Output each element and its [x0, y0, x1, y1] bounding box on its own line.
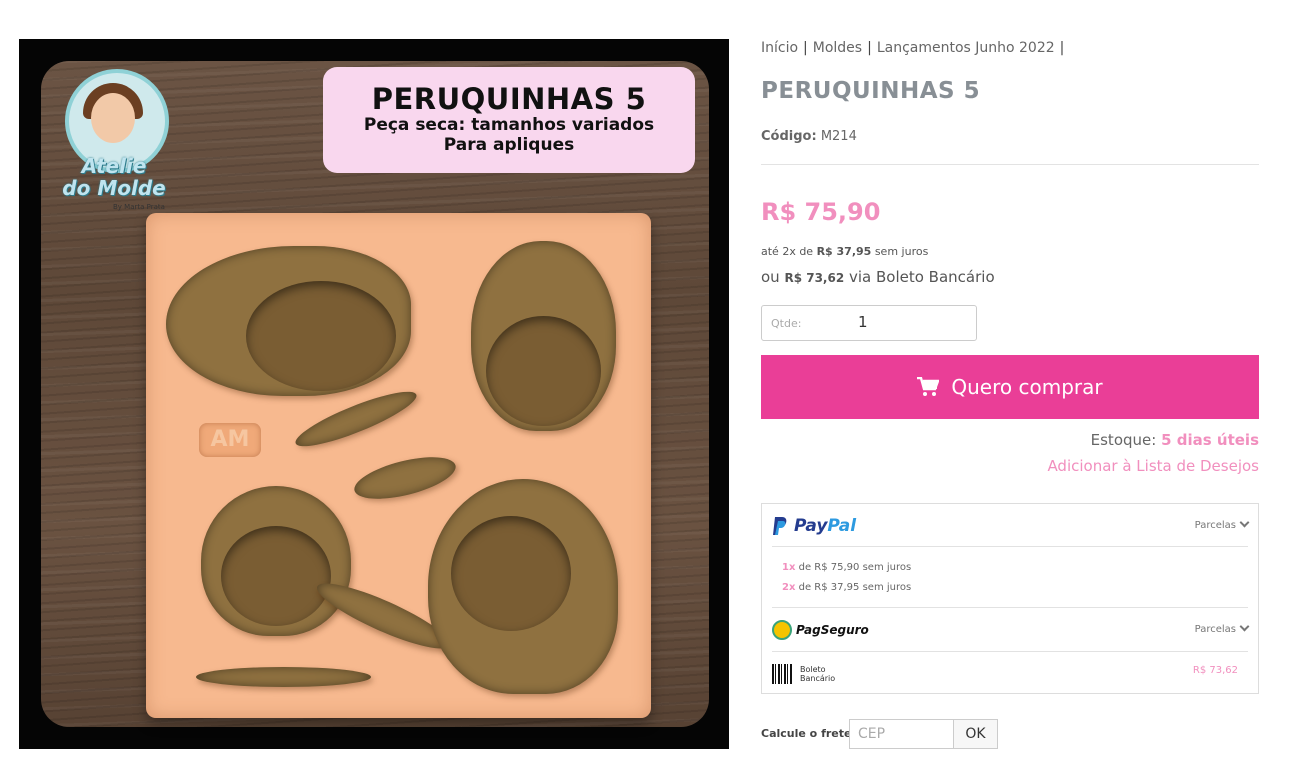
parcelas-label: Parcelas	[1194, 520, 1236, 531]
chevron-down-icon	[1239, 517, 1250, 528]
boleto-name-line-1: Boleto	[800, 665, 826, 674]
installments-info: até 2x de R$ 37,95 sem juros	[761, 245, 928, 258]
payment-divider	[772, 607, 1248, 608]
paypal-installment-2: 2x de R$ 37,95 sem juros	[782, 582, 911, 593]
product-code: Código: M214	[761, 129, 857, 144]
breadcrumb-separator: |	[1059, 40, 1065, 56]
buy-button-label: Quero comprar	[951, 375, 1103, 399]
logo-line-1: Atelie	[81, 154, 147, 178]
logo-text: Atelie do Molde	[53, 155, 175, 199]
pagseguro-logo: PagSeguro	[772, 620, 869, 640]
product-price: R$ 75,90	[761, 198, 881, 226]
leaf-piece-3	[196, 667, 371, 687]
product-code-value: M214	[820, 129, 857, 144]
wig-cavity-braid	[221, 526, 331, 626]
installments-prefix: até 2x de	[761, 245, 814, 258]
pagseguro-parcelas-toggle[interactable]: Parcelas	[1194, 621, 1250, 635]
payment-divider	[772, 651, 1248, 652]
boleto-logo: Boleto Bancário	[772, 664, 835, 684]
cart-icon	[917, 377, 940, 396]
breadcrumb: Início | Moldes | Lançamentos Junho 2022 |	[761, 40, 1069, 56]
quantity-label: Qtde:	[771, 317, 802, 330]
breadcrumb-home[interactable]: Início	[761, 40, 798, 56]
paypal-name-pal: Pal	[827, 516, 857, 536]
paypal-installment-1: 1x de R$ 75,90 sem juros	[782, 562, 911, 573]
parcelas-label: Parcelas	[1194, 624, 1236, 635]
divider	[761, 164, 1259, 165]
boleto-value: R$ 73,62	[784, 271, 845, 285]
product-image[interactable]: AM Atelie do Molde By Marta Prata PERUQU…	[19, 39, 729, 749]
installments-suffix: sem juros	[874, 245, 929, 258]
product-code-label: Código:	[761, 129, 817, 144]
breadcrumb-category[interactable]: Lançamentos Junho 2022	[877, 40, 1055, 56]
stock-label: Estoque:	[1090, 431, 1157, 449]
installment-text: de R$ 37,95 sem juros	[798, 582, 912, 593]
banner-line-1: Peça seca: tamanhos variados	[363, 115, 655, 135]
installment-count: 2x	[782, 582, 796, 593]
breadcrumb-moldes[interactable]: Moldes	[813, 40, 862, 56]
breadcrumb-separator: |	[803, 40, 808, 56]
logo-line-2: do Molde	[62, 176, 166, 200]
wig-cavity-long	[451, 516, 571, 631]
boleto-name-line-2: Bancário	[800, 674, 836, 683]
payment-divider	[772, 546, 1248, 547]
boleto-prefix: ou	[761, 268, 780, 286]
barcode-icon	[772, 664, 792, 684]
logo-face	[91, 93, 135, 143]
installments-value: R$ 37,95	[816, 245, 872, 258]
buy-button[interactable]: Quero comprar	[761, 355, 1259, 419]
paypal-parcelas-toggle[interactable]: Parcelas	[1194, 517, 1250, 531]
breadcrumb-separator: |	[867, 40, 872, 56]
payment-options: Pay Pal Parcelas 1x de R$ 75,90 sem juros…	[761, 503, 1259, 694]
paypal-icon	[773, 517, 787, 535]
pagseguro-icon	[772, 620, 792, 640]
image-banner: PERUQUINHAS 5 Peça seca: tamanhos variad…	[323, 67, 695, 173]
boleto-payment-price: R$ 73,62	[1192, 665, 1238, 676]
quantity-value[interactable]: 1	[858, 313, 868, 331]
cep-input[interactable]	[849, 719, 953, 749]
chevron-down-icon	[1239, 621, 1250, 632]
paypal-name-pay: Pay	[794, 516, 828, 536]
boleto-suffix: via Boleto Bancário	[848, 268, 995, 286]
banner-title: PERUQUINHAS 5	[371, 82, 647, 116]
stock-value: 5 dias úteis	[1161, 431, 1259, 449]
wishlist-link[interactable]: Adicionar à Lista de Desejos	[1047, 457, 1259, 475]
pagseguro-name: PagSeguro	[796, 623, 869, 637]
shipping-label: Calcule o frete	[761, 727, 852, 740]
paypal-logo: Pay Pal	[772, 516, 856, 536]
atelie-logo: Atelie do Molde By Marta Prata	[53, 69, 175, 219]
wig-cavity-top-left	[246, 281, 396, 391]
stock-info: Estoque: 5 dias úteis	[1091, 431, 1259, 449]
boleto-price-info: ou R$ 73,62 via Boleto Bancário	[761, 268, 995, 286]
quantity-field[interactable]: Qtde: 1	[761, 305, 977, 341]
product-title: PERUQUINHAS 5	[761, 78, 981, 104]
cep-ok-button[interactable]: OK	[953, 719, 998, 749]
mold-mark: AM	[199, 423, 261, 457]
logo-subtitle: By Marta Prata	[113, 203, 165, 211]
installment-text: de R$ 75,90 sem juros	[798, 562, 912, 573]
installment-count: 1x	[782, 562, 796, 573]
wig-cavity-bun	[486, 316, 601, 426]
banner-line-2: Para apliques	[443, 135, 575, 155]
